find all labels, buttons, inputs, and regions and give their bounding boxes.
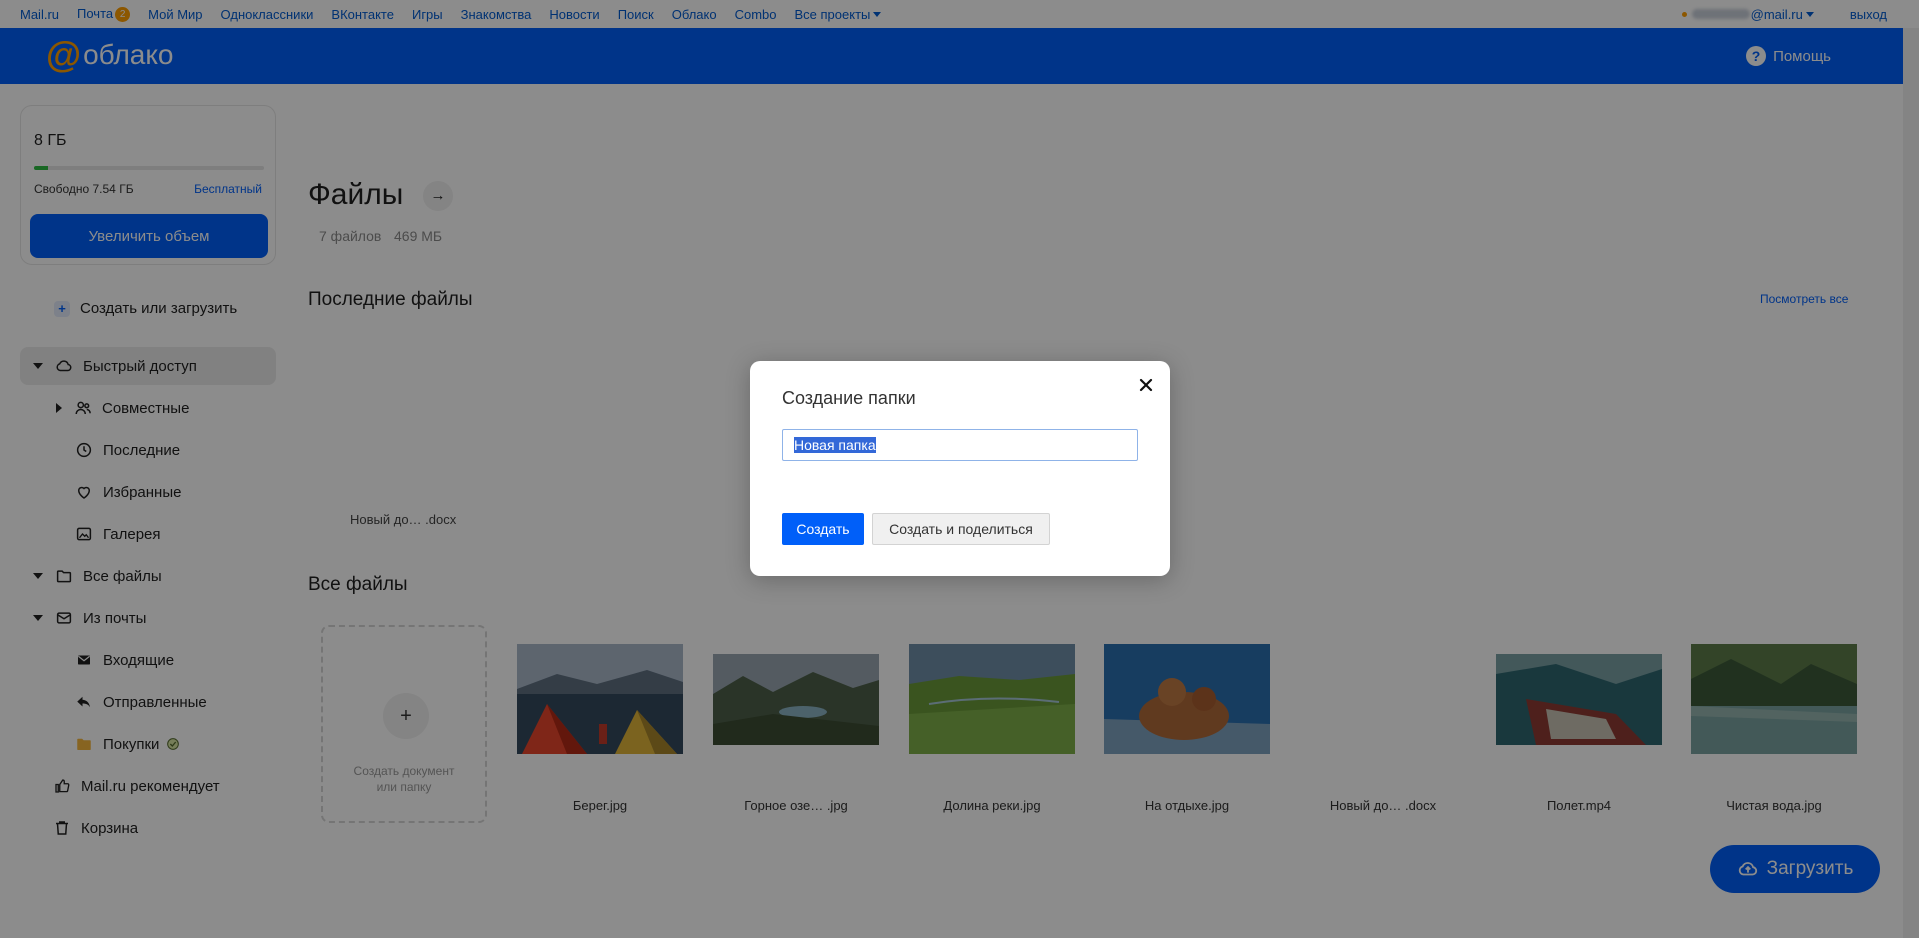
folder-name-selected-text: Новая папка xyxy=(794,437,876,453)
create-button[interactable]: Создать xyxy=(782,513,864,545)
dialog-title: Создание папки xyxy=(782,388,916,408)
create-and-share-button[interactable]: Создать и поделиться xyxy=(872,513,1050,545)
create-folder-dialog: Создание папки Новая папка Создать Созда… xyxy=(750,361,1170,576)
folder-name-input[interactable]: Новая папка xyxy=(782,429,1138,461)
close-icon[interactable] xyxy=(1136,375,1156,395)
